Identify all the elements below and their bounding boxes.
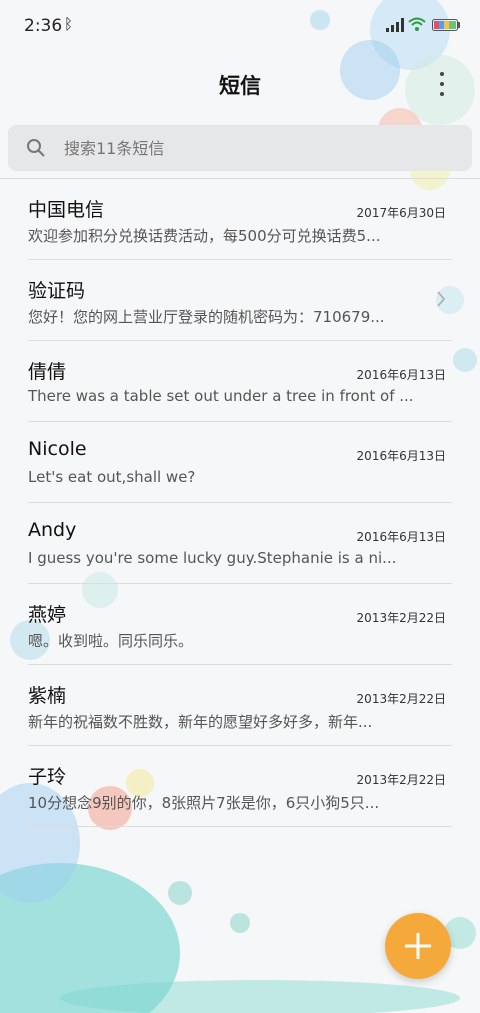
app-bar: 短信 bbox=[0, 52, 480, 116]
message-preview: Let's eat out,shall we? bbox=[28, 468, 196, 486]
message-item[interactable]: Nicole 2016年6月13日 Let's eat out,shall we… bbox=[28, 422, 452, 503]
more-dot bbox=[440, 92, 444, 96]
message-preview: 您好！您的网上营业厅登录的随机密码为：710679... bbox=[28, 308, 385, 326]
battery-icon bbox=[432, 19, 460, 31]
status-time: 2:36 bbox=[24, 16, 63, 36]
message-date: 2016年6月13日 bbox=[356, 368, 446, 382]
more-options-button[interactable] bbox=[432, 72, 452, 96]
message-item[interactable]: 倩倩 2016年6月13日 There was a table set out … bbox=[28, 341, 452, 422]
message-date: 2016年6月13日 bbox=[356, 449, 446, 463]
message-item[interactable]: Andy 2016年6月13日 I guess you're some luck… bbox=[28, 503, 452, 584]
bluetooth-icon: ᛒ bbox=[64, 15, 74, 33]
message-item[interactable]: 燕婷 2013年2月22日 嗯。收到啦。同乐同乐。 bbox=[28, 584, 452, 665]
message-item[interactable]: 中国电信 2017年6月30日 欢迎参加积分兑换话费活动，每500分可兑换话费5… bbox=[28, 179, 452, 260]
message-date: 2013年2月22日 bbox=[356, 611, 446, 625]
message-list: 中国电信 2017年6月30日 欢迎参加积分兑换话费活动，每500分可兑换话费5… bbox=[0, 178, 480, 827]
message-item[interactable]: 验证码 您好！您的网上营业厅登录的随机密码为：710679... bbox=[28, 260, 452, 341]
page-title: 短信 bbox=[219, 74, 261, 98]
message-sender: 倩倩 bbox=[28, 361, 67, 383]
message-preview: There was a table set out under a tree i… bbox=[28, 387, 414, 405]
more-dot bbox=[440, 82, 444, 86]
message-date: 2017年6月30日 bbox=[356, 206, 446, 220]
search-input[interactable] bbox=[62, 125, 456, 173]
search-bar[interactable] bbox=[8, 125, 472, 173]
message-date: 2013年2月22日 bbox=[356, 773, 446, 787]
message-sender: 子玲 bbox=[28, 766, 67, 788]
message-sender: Andy bbox=[28, 519, 77, 541]
message-sender: 紫楠 bbox=[28, 685, 67, 707]
message-date: 2016年6月13日 bbox=[356, 530, 446, 544]
search-icon bbox=[27, 139, 45, 157]
message-preview: 10分想念9别的你，8张照片7张是你，6只小狗5只... bbox=[28, 794, 380, 812]
message-item[interactable]: 子玲 2013年2月22日 10分想念9别的你，8张照片7张是你，6只小狗5只.… bbox=[28, 746, 452, 827]
message-preview: I guess you're some lucky guy.Stephanie … bbox=[28, 549, 397, 567]
chevron-right-icon bbox=[437, 291, 446, 307]
signal-icon bbox=[386, 18, 404, 32]
wifi-icon bbox=[408, 17, 426, 31]
message-preview: 新年的祝福数不胜数，新年的愿望好多好多，新年... bbox=[28, 713, 373, 731]
message-sender: 中国电信 bbox=[28, 199, 105, 221]
message-sender: 燕婷 bbox=[28, 604, 67, 626]
message-preview: 欢迎参加积分兑换话费活动，每500分可兑换话费5... bbox=[28, 227, 381, 245]
message-sender: Nicole bbox=[28, 438, 87, 460]
message-preview: 嗯。收到啦。同乐同乐。 bbox=[28, 632, 194, 650]
message-item[interactable]: 紫楠 2013年2月22日 新年的祝福数不胜数，新年的愿望好多好多，新年... bbox=[28, 665, 452, 746]
message-date: 2013年2月22日 bbox=[356, 692, 446, 706]
compose-message-button[interactable] bbox=[385, 913, 451, 979]
status-bar: 2:36 ᛒ bbox=[0, 0, 480, 52]
more-dot bbox=[440, 72, 444, 76]
plus-icon bbox=[405, 933, 431, 959]
message-sender: 验证码 bbox=[28, 280, 86, 302]
